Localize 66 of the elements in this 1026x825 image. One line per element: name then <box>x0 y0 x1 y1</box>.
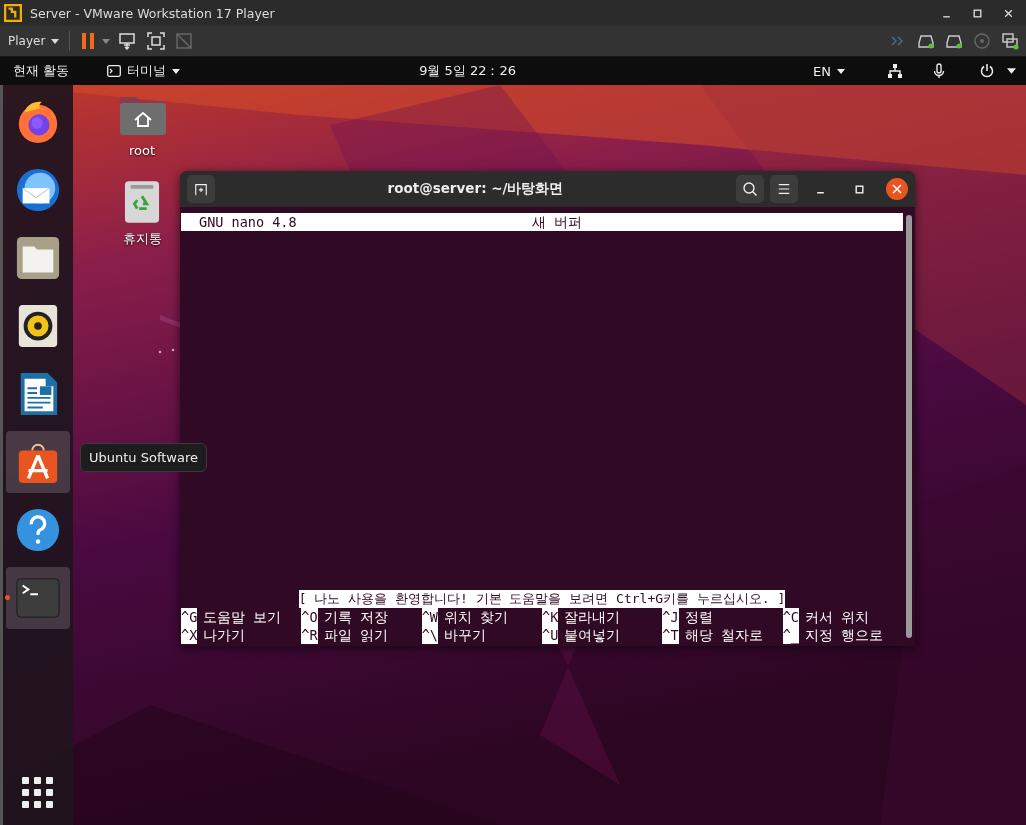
shortcut-label: 지정 행으로 <box>803 626 884 644</box>
logo-icon <box>4 4 22 22</box>
activities-button[interactable]: 현재 활동 <box>7 59 76 83</box>
caret-icon[interactable] <box>1007 68 1016 74</box>
shortcut-label: 해당 철자로 <box>683 626 763 644</box>
shortcut-key: ^K <box>542 608 559 626</box>
shortcut-key: ^O <box>301 608 318 626</box>
shortcut-key: ^R <box>301 626 318 644</box>
shortcut-label: 정렬 <box>683 608 713 626</box>
shortcut-key: ^G <box>181 608 198 626</box>
shortcut-key: ^X <box>181 626 198 644</box>
shortcut-label: 잘라내기 <box>563 608 621 626</box>
shortcut-label: 기록 저장 <box>322 608 388 626</box>
player-menu[interactable]: Player <box>6 32 62 50</box>
clock[interactable]: 9월 5일 22：26 <box>413 59 523 83</box>
folder-icon <box>15 235 61 281</box>
microphone-icon[interactable] <box>931 63 947 79</box>
menu-icon <box>777 182 791 196</box>
shortcut-label: 도움말 보기 <box>202 608 282 626</box>
search-icon <box>742 181 758 197</box>
terminal-icon <box>107 65 122 77</box>
shortcut-key: ^U <box>542 626 559 644</box>
shortcut-label: 커서 위치 <box>803 608 870 626</box>
shortcut-label: 붙여넣기 <box>563 626 621 644</box>
new-tab-button[interactable] <box>187 175 215 203</box>
app-grid-icon[interactable] <box>22 777 54 809</box>
maximize-icon[interactable] <box>854 183 865 195</box>
shortcut-key: ^C <box>782 608 799 626</box>
desktop-icon-label[interactable]: root <box>128 143 156 158</box>
help-icon <box>15 507 61 553</box>
shortcut-key: ^\ <box>421 626 438 644</box>
shortcut-key: ^J <box>662 608 679 626</box>
shortcut-label: 위치 찾기 <box>442 608 509 626</box>
network-icon[interactable] <box>887 63 903 79</box>
menu-button[interactable] <box>770 175 798 203</box>
shortcut-key: ^T <box>662 626 679 644</box>
close-icon[interactable] <box>1003 7 1014 19</box>
window-title: Server - VMware Workstation 17 Player <box>30 5 275 21</box>
caret-icon <box>837 68 845 74</box>
scrollbar-thumb[interactable] <box>906 215 912 638</box>
terminal-icon <box>15 575 61 621</box>
close-icon[interactable] <box>886 178 908 200</box>
bird-envelope-icon <box>15 167 61 213</box>
language-menu[interactable]: EN <box>807 60 851 82</box>
trash-icon[interactable] <box>124 180 160 224</box>
buffer-name: 새 버퍼 <box>532 213 583 231</box>
caret-icon <box>172 68 181 74</box>
shortcut-key: ^_ <box>782 626 799 644</box>
app-menu[interactable]: 터미널 <box>101 59 187 83</box>
status-message: [ 나노 사용을 환영합니다! 기본 도움말을 보려면 Ctrl+G키를 누르십시오. ] <box>298 590 786 608</box>
editor-version: GNU nano 4.8 <box>198 213 298 231</box>
maximize-icon[interactable] <box>972 7 983 19</box>
new-tab-icon <box>194 182 208 196</box>
window-title: root@server: ~/바탕화면 <box>386 180 565 198</box>
tooltip: Ubuntu Software <box>80 443 208 472</box>
shortcut-label: 파일 읽기 <box>322 626 388 644</box>
shortcut-label: 바꾸기 <box>442 626 486 644</box>
shortcut-label: 나가기 <box>202 626 246 644</box>
fullscreen-icon[interactable] <box>146 31 167 51</box>
shortcut-key: ^W <box>421 608 438 626</box>
network-adapter-icon[interactable] <box>1000 31 1020 51</box>
dock-item[interactable] <box>6 431 70 493</box>
caret-icon <box>51 38 60 44</box>
desktop-icon-label[interactable]: 휴지통 <box>122 230 162 248</box>
power-icon[interactable] <box>979 63 995 79</box>
search-button[interactable] <box>736 175 764 203</box>
